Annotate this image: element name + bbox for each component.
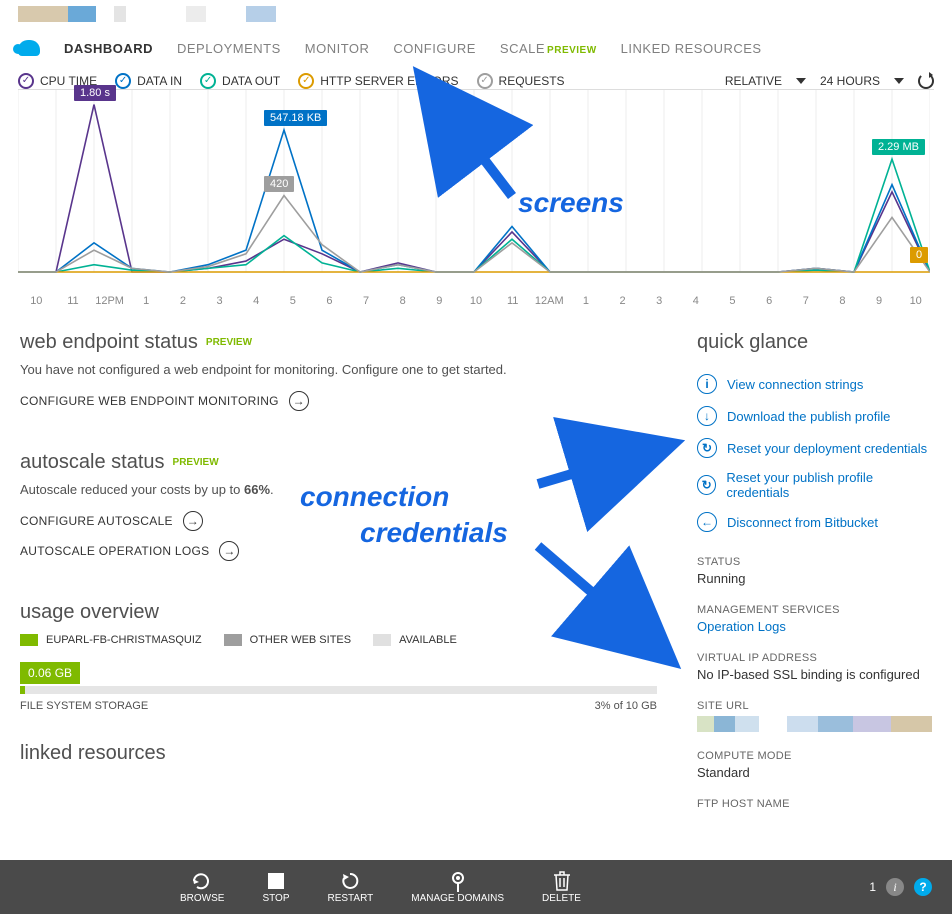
footer-browse[interactable]: BROWSE [180, 871, 224, 904]
info-icon[interactable]: i [886, 878, 904, 896]
qg-link[interactable]: ↻Reset your publish profile credentials [697, 464, 932, 506]
nav-tabs: DASHBOARD DEPLOYMENTS MONITOR CONFIGURE SCAL… [0, 26, 952, 67]
chevron-down-icon[interactable] [894, 78, 904, 84]
section-title-endpoint: web endpoint status PREVIEW [20, 331, 657, 354]
section-title-autoscale: autoscale status PREVIEW [20, 451, 657, 474]
range-label[interactable]: 24 HOURS [820, 74, 880, 88]
kv-key: MANAGEMENT SERVICES [697, 604, 932, 616]
kv-key: SITE URL [697, 700, 932, 712]
chart-area: 1.80 s547.18 KB4202.29 MB0 101112PM12345… [0, 89, 952, 309]
relative-label[interactable]: RELATIVE [725, 74, 782, 88]
metric-data-out[interactable]: DATA OUT [200, 73, 280, 89]
footer-manage-domains[interactable]: MANAGE DOMAINS [411, 871, 504, 904]
section-title-usage: usage overview [20, 601, 657, 624]
footer-restart[interactable]: RESTART [328, 871, 374, 904]
qg-link[interactable]: ↻Reset your deployment credentials [697, 432, 932, 464]
chevron-down-icon[interactable] [796, 78, 806, 84]
arrow-right-icon: → [289, 391, 309, 411]
tab-dashboard[interactable]: DASHBOARD [64, 41, 153, 56]
cloud-icon [18, 40, 40, 56]
qg-link[interactable]: ↓Download the publish profile [697, 400, 932, 432]
usage-legend: EUPARL-FB-CHRISTMASQUIZOTHER WEB SITESAV… [20, 634, 657, 646]
arrow-right-icon: → [183, 511, 203, 531]
redacted-title [18, 6, 952, 22]
kv-value: Running [697, 571, 932, 586]
autoscale-text: Autoscale reduced your costs by up to 66… [20, 482, 657, 497]
usage-bar [20, 686, 657, 694]
chart-label: 547.18 KB [264, 110, 327, 126]
tab-configure[interactable]: CONFIGURE [393, 41, 476, 56]
refresh-icon[interactable] [918, 73, 934, 89]
footer-delete[interactable]: DELETE [542, 871, 581, 904]
usage-caption-left: FILE SYSTEM STORAGE [20, 700, 148, 712]
tab-deployments[interactable]: DEPLOYMENTS [177, 41, 281, 56]
metric-requests[interactable]: REQUESTS [477, 73, 565, 89]
configure-endpoint-link[interactable]: CONFIGURE WEB ENDPOINT MONITORING → [20, 391, 657, 411]
footer-toolbar: BROWSESTOPRESTARTMANAGE DOMAINSDELETE 1 … [0, 860, 952, 914]
help-icon[interactable]: ? [914, 878, 932, 896]
chart-label: 2.29 MB [872, 139, 925, 155]
kv-value: No IP-based SSL binding is configured [697, 667, 932, 682]
metric-data-in[interactable]: DATA IN [115, 73, 182, 89]
chart-label: 0 [910, 247, 928, 263]
usage-badge: 0.06 GB [20, 662, 80, 684]
chart-label: 1.80 s [74, 85, 116, 101]
kv-value[interactable]: Operation Logs [697, 619, 932, 634]
tab-scale[interactable]: SCALEPREVIEW [500, 41, 597, 56]
metric-http-server-errors[interactable]: HTTP SERVER ERRORS [298, 73, 458, 89]
qg-link[interactable]: ←Disconnect from Bitbucket [697, 506, 932, 538]
kv-key: COMPUTE MODE [697, 750, 932, 762]
kv-key: STATUS [697, 556, 932, 568]
tab-linked-resources[interactable]: LINKED RESOURCES [621, 41, 762, 56]
endpoint-text: You have not configured a web endpoint f… [20, 362, 657, 377]
section-title-quick-glance: quick glance [697, 331, 932, 354]
usage-caption-right: 3% of 10 GB [595, 700, 657, 712]
configure-autoscale-link[interactable]: CONFIGURE AUTOSCALE → [20, 511, 657, 531]
kv-key: FTP HOST NAME [697, 798, 932, 810]
chart-label: 420 [264, 176, 294, 192]
notification-count: 1 [869, 880, 876, 894]
footer-stop[interactable]: STOP [262, 871, 289, 904]
metrics-row: CPU TIMEDATA INDATA OUTHTTP SERVER ERROR… [0, 67, 952, 89]
arrow-right-icon: → [219, 541, 239, 561]
kv-key: VIRTUAL IP ADDRESS [697, 652, 932, 664]
tab-monitor[interactable]: MONITOR [305, 41, 370, 56]
autoscale-logs-link[interactable]: AUTOSCALE OPERATION LOGS → [20, 541, 657, 561]
kv-value: Standard [697, 765, 932, 780]
section-title-linked: linked resources [20, 742, 657, 765]
qg-link[interactable]: iView connection strings [697, 368, 932, 400]
